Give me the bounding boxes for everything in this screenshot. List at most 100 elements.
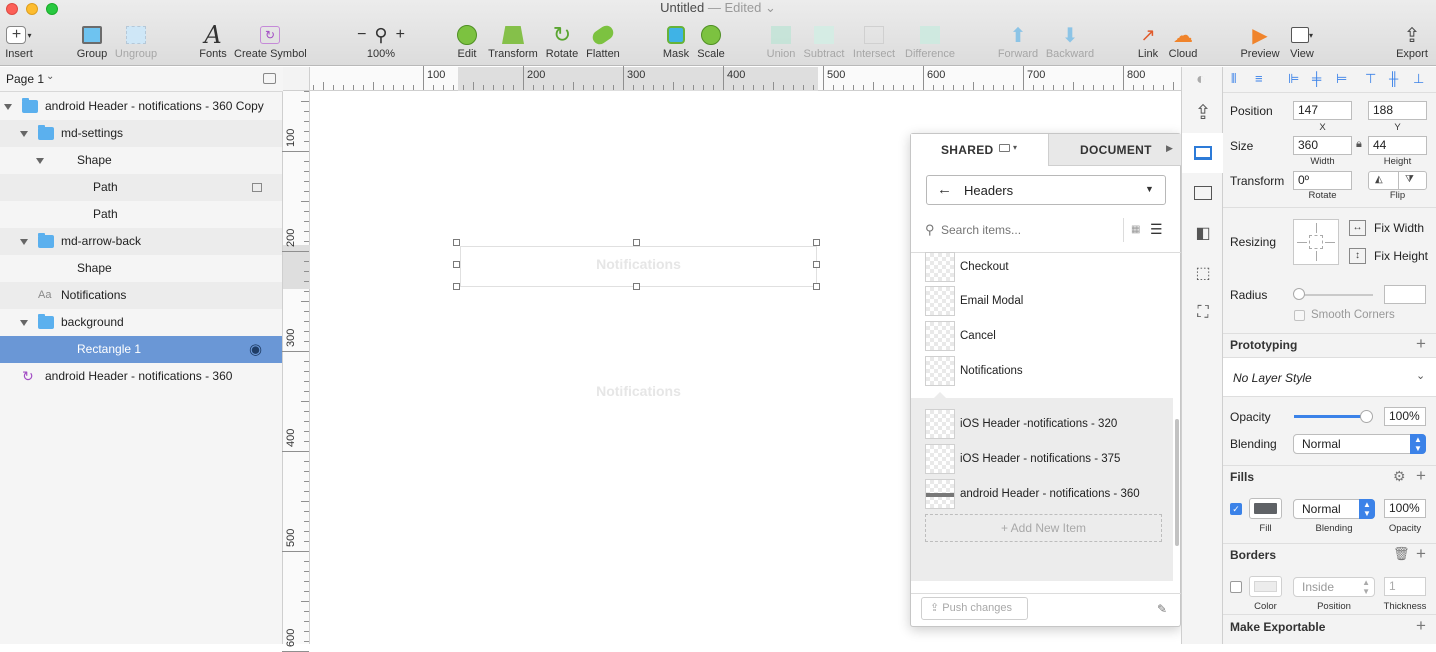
resize-handle[interactable] [813, 283, 820, 290]
radius-field[interactable] [1384, 285, 1426, 304]
fix-height-icon[interactable]: ↕ [1349, 248, 1366, 264]
share-icon[interactable]: ⇪ [1182, 92, 1224, 132]
edit-shape-icon[interactable]: ⬚ [1182, 253, 1224, 293]
scrollbar[interactable] [1175, 419, 1179, 546]
layer-style-select[interactable]: No Layer Style ⌄ [1223, 357, 1436, 397]
boolean-op-icon[interactable] [252, 183, 262, 192]
cloud-button[interactable]: ☁ Cloud [1166, 22, 1200, 66]
push-changes-button[interactable]: ⇪ Push changes [921, 597, 1028, 620]
layer-row-shape[interactable]: Shape [0, 255, 282, 282]
backward-button[interactable]: ⬇ Backward [1044, 22, 1096, 66]
create-symbol-button[interactable]: ↻ Create Symbol [234, 22, 307, 66]
position-x-field[interactable]: 147 [1293, 101, 1352, 120]
fix-width-label[interactable]: Fix Width [1374, 221, 1424, 235]
add-prototyping-icon[interactable]: + [1416, 335, 1426, 352]
layer-row-artboard-copy[interactable]: android Header - notifications - 360 Cop… [0, 93, 282, 120]
width-field[interactable]: 360 [1293, 136, 1352, 155]
layer-row-md-settings[interactable]: md-settings [0, 120, 282, 147]
disclosure-triangle-icon[interactable] [20, 320, 28, 326]
layer-row-path[interactable]: Path [0, 201, 282, 228]
library-item[interactable]: Email Modal [925, 285, 1165, 317]
flip-vertical-icon[interactable]: ⧩ [1405, 174, 1414, 185]
border-position-select[interactable]: Inside ▲ ▼ [1293, 577, 1375, 597]
add-image-icon[interactable]: ⛶ [1182, 293, 1224, 333]
flip-control[interactable]: ◭ ⧩ [1368, 171, 1427, 190]
library-icon[interactable] [1182, 133, 1224, 173]
lock-icon[interactable]: 🔒︎ [1356, 138, 1362, 151]
flatten-button[interactable]: Flatten [583, 22, 623, 66]
make-exportable-header[interactable]: Make Exportable [1223, 614, 1436, 644]
distribute-vertical-icon[interactable]: ≡ [1255, 71, 1263, 86]
height-field[interactable]: 44 [1368, 136, 1427, 155]
tab-document[interactable]: DOCUMENT ▶ [1048, 134, 1181, 166]
radius-slider-knob[interactable] [1293, 288, 1305, 300]
tab-shared[interactable]: SHARED ▾ [911, 134, 1048, 166]
library-item[interactable]: iOS Header -notifications - 320 [925, 408, 1165, 440]
trash-icon[interactable]: 🗑︎ [1393, 546, 1410, 562]
opacity-field[interactable]: 100% [1384, 407, 1426, 426]
view-button[interactable]: ▾ View [1286, 22, 1318, 66]
align-bottom-icon[interactable]: ⊥ [1413, 71, 1424, 87]
add-new-item-button[interactable]: + Add New Item [925, 514, 1162, 542]
align-right-icon[interactable]: ⊨ [1336, 71, 1347, 87]
union-button[interactable]: Union [764, 22, 798, 66]
library-item[interactable]: Notifications [925, 355, 1165, 387]
add-export-icon[interactable]: + [1416, 617, 1426, 634]
grid-view-icon[interactable]: ▦ [1131, 224, 1140, 235]
library-item[interactable]: android Header - notifications - 360 [925, 478, 1165, 510]
opacity-slider[interactable] [1294, 415, 1367, 418]
resize-handle[interactable] [633, 239, 640, 246]
zoom-control[interactable]: − ⚲ + 100% [350, 22, 412, 66]
layer-row-shape[interactable]: Shape [0, 147, 282, 174]
disclosure-triangle-icon[interactable] [4, 104, 12, 110]
vertical-ruler[interactable]: 100 200 300 400 500 600 [282, 91, 310, 652]
resize-handle[interactable] [813, 239, 820, 246]
export-button[interactable]: ⇪ Export [1394, 22, 1430, 66]
fill-color-well[interactable] [1249, 498, 1282, 519]
resize-handle[interactable] [633, 283, 640, 290]
align-left-icon[interactable]: ⊫ [1288, 71, 1299, 87]
eye-icon[interactable]: ◉ [249, 336, 262, 363]
library-item[interactable]: iOS Header - notifications - 375 [925, 443, 1165, 475]
layer-row-symbol[interactable]: ↻ android Header - notifications - 360 [0, 363, 282, 390]
rotate-field[interactable]: 0º [1293, 171, 1352, 190]
search-input[interactable] [941, 220, 1111, 240]
horizontal-ruler[interactable]: 100 200 300 400 500 600 700 800 [310, 66, 1181, 91]
insert-button[interactable]: + ▾ Insert [2, 22, 36, 66]
align-middle-icon[interactable]: ╫ [1389, 71, 1398, 86]
fill-opacity-field[interactable]: 100% [1384, 499, 1426, 518]
compose-icon[interactable]: ✎ [1157, 602, 1167, 616]
add-fill-icon[interactable]: + [1416, 467, 1426, 484]
gear-icon[interactable]: ⚙ [1393, 468, 1406, 485]
zoom-in-icon[interactable]: + [396, 26, 405, 44]
flip-horizontal-icon[interactable]: ◭ [1375, 174, 1383, 185]
subtract-button[interactable]: Subtract [800, 22, 848, 66]
fill-enabled-checkbox[interactable]: ✓ [1230, 503, 1242, 515]
resizing-widget[interactable] [1293, 219, 1339, 265]
fonts-button[interactable]: A Fonts [196, 21, 230, 66]
position-y-field[interactable]: 188 [1368, 101, 1427, 120]
resize-handle[interactable] [453, 283, 460, 290]
align-center-icon[interactable]: ╪ [1312, 71, 1321, 86]
collapse-pages-icon[interactable] [263, 73, 276, 84]
disclosure-triangle-icon[interactable] [20, 239, 28, 245]
canvas-notifications-text[interactable]: Notifications [460, 256, 817, 272]
blending-select[interactable]: Normal ▲ ▼ [1293, 434, 1426, 454]
layer-row-background[interactable]: background [0, 309, 282, 336]
mask-button[interactable]: Mask [660, 22, 692, 66]
difference-button[interactable]: Difference [902, 22, 958, 66]
layer-row-path[interactable]: Path [0, 174, 282, 201]
add-border-icon[interactable]: + [1416, 545, 1426, 562]
transform-button[interactable]: Transform [486, 22, 540, 66]
library-item[interactable]: Checkout [925, 251, 1165, 283]
border-enabled-checkbox[interactable] [1230, 581, 1242, 593]
symbol-panel-icon[interactable]: ◐ [1196, 71, 1206, 89]
back-arrow-icon[interactable]: ← [937, 181, 952, 198]
library-item[interactable]: Cancel [925, 320, 1165, 352]
resize-handle[interactable] [453, 261, 460, 268]
layer-row-rectangle-1[interactable]: Rectangle 1 ◉ [0, 336, 282, 363]
intersect-button[interactable]: Intersect [850, 22, 898, 66]
ungroup-button[interactable]: Ungroup [112, 22, 160, 66]
fix-width-icon[interactable]: ↔ [1349, 220, 1366, 236]
resize-handle[interactable] [453, 239, 460, 246]
